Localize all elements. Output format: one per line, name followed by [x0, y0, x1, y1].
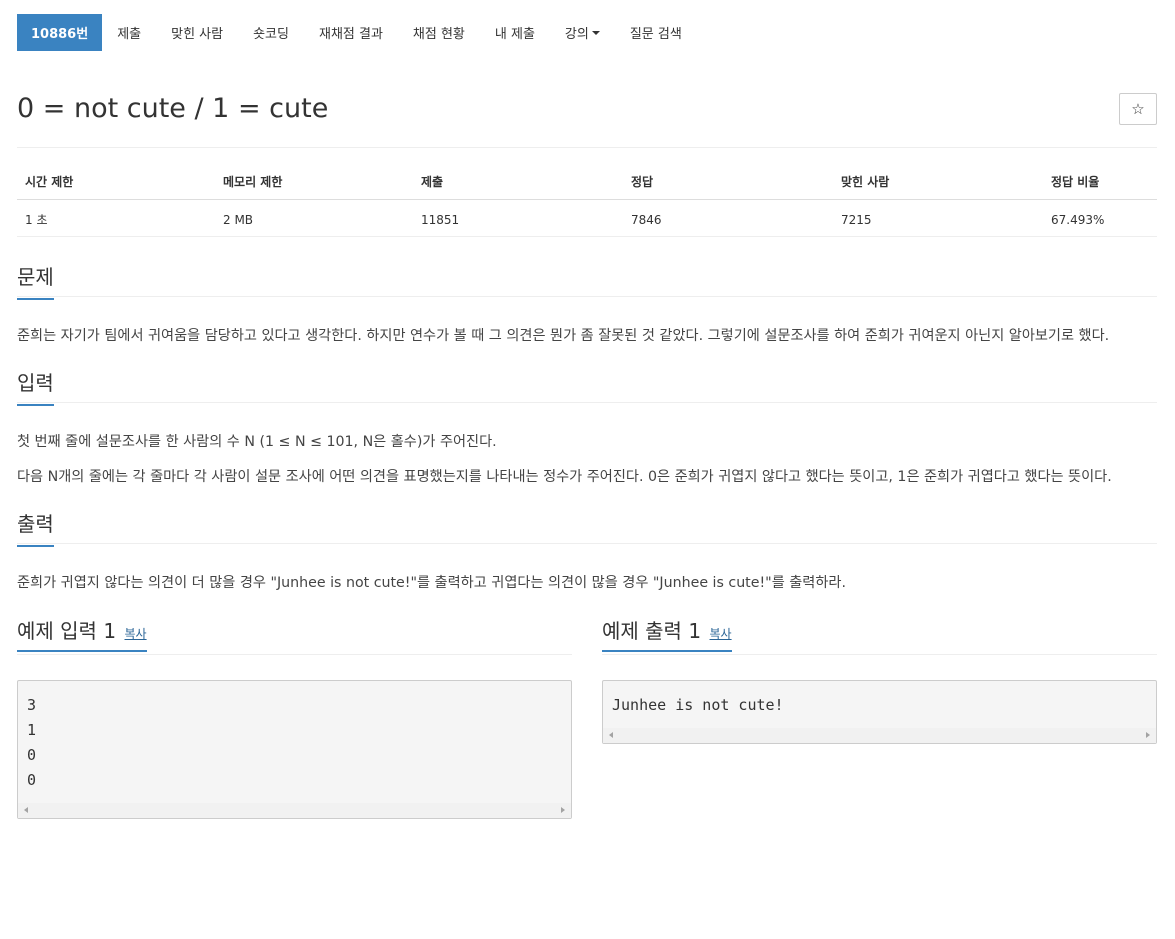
problem-section-head: 문제	[17, 259, 1157, 300]
info-header-submissions: 제출	[413, 173, 623, 200]
scroll-left-icon[interactable]	[609, 732, 613, 738]
sample-input-title: 예제 입력 1	[17, 619, 117, 643]
problem-description: 준희는 자기가 팀에서 귀여움을 담당하고 있다고 생각한다. 하지만 연수가 …	[17, 328, 1110, 344]
nav-tab-short-coding[interactable]: 숏코딩	[238, 14, 304, 51]
sample-output-panel: 예제 출력 1 복사 Junhee is not cute!	[602, 615, 1157, 744]
title-row: 0 = not cute / 1 = cute ☆	[17, 51, 1157, 148]
input-section-head: 입력	[17, 365, 1157, 406]
sample-input-heading: 예제 입력 1 복사	[17, 615, 147, 652]
nav-tab-lectures-label: 강의	[564, 27, 589, 42]
sample-output-head: 예제 출력 1 복사	[602, 615, 1157, 655]
info-value-row: 1 초 2 MB 11851 7846 7215 67.493%	[17, 199, 1157, 237]
star-button[interactable]: ☆	[1119, 93, 1157, 125]
output-section-title: 출력	[17, 508, 54, 547]
copy-output-link[interactable]: 복사	[710, 627, 732, 641]
sample-input-text: 3 1 0 0	[27, 696, 37, 789]
nav-tab-lectures[interactable]: 강의	[550, 14, 615, 51]
info-header-time-limit: 시간 제한	[17, 173, 215, 200]
info-accept-ratio: 67.493%	[1043, 199, 1157, 237]
info-time-limit: 1 초	[17, 199, 215, 237]
page-title: 0 = not cute / 1 = cute	[17, 93, 329, 124]
scroll-right-icon[interactable]	[561, 807, 565, 813]
problem-info-table: 시간 제한 메모리 제한 제출 정답 맞힌 사람 정답 비율 1 초 2 MB …	[17, 173, 1157, 237]
scroll-left-icon[interactable]	[24, 807, 28, 813]
sample-input-box: 3 1 0 0	[17, 680, 572, 819]
horizontal-scrollbar[interactable]	[18, 803, 571, 818]
caret-down-icon	[591, 30, 600, 35]
horizontal-scrollbar[interactable]	[603, 728, 1156, 743]
info-submissions: 11851	[413, 199, 623, 237]
info-header-memory-limit: 메모리 제한	[215, 173, 413, 200]
samples-area: 예제 입력 1 복사 3 1 0 0 예제 출력 1 복사 Junhee is …	[17, 615, 1157, 819]
nav-tab-my-submissions[interactable]: 내 제출	[480, 14, 550, 51]
info-header-accept-ratio: 정답 비율	[1043, 173, 1157, 200]
problem-section-title: 문제	[17, 261, 54, 300]
scroll-right-icon[interactable]	[1146, 732, 1150, 738]
sample-output-box: Junhee is not cute!	[602, 680, 1157, 744]
copy-input-link[interactable]: 복사	[125, 627, 147, 641]
sample-output-title: 예제 출력 1	[602, 619, 702, 643]
nav-tab-solved-users[interactable]: 맞힌 사람	[156, 14, 238, 51]
nav-tab-submit[interactable]: 제출	[102, 14, 156, 51]
info-memory-limit: 2 MB	[215, 199, 413, 237]
problem-nav: 10886번 제출 맞힌 사람 숏코딩 재채점 결과 채점 현황 내 제출 강의…	[17, 14, 1157, 51]
info-accepted: 7846	[623, 199, 833, 237]
sample-input-head: 예제 입력 1 복사	[17, 615, 572, 655]
input-section-title: 입력	[17, 367, 54, 406]
output-description: 준희가 귀엽지 않다는 의견이 더 많을 경우 "Junhee is not c…	[17, 575, 846, 591]
nav-tab-question-search[interactable]: 질문 검색	[615, 14, 697, 51]
sample-output-text: Junhee is not cute!	[612, 696, 784, 714]
info-header-solved-users: 맞힌 사람	[833, 173, 1043, 200]
info-header-row: 시간 제한 메모리 제한 제출 정답 맞힌 사람 정답 비율	[17, 173, 1157, 200]
nav-tab-problem[interactable]: 10886번	[17, 14, 103, 51]
sample-input-panel: 예제 입력 1 복사 3 1 0 0	[17, 615, 572, 819]
input-description-2: 다음 N개의 줄에는 각 줄마다 각 사람이 설문 조사에 어떤 의견을 표명했…	[17, 469, 1112, 485]
nav-tab-rejudge-result[interactable]: 재채점 결과	[304, 14, 398, 51]
problem-page: 10886번 제출 맞힌 사람 숏코딩 재채점 결과 채점 현황 내 제출 강의…	[17, 14, 1157, 819]
info-header-accepted: 정답	[623, 173, 833, 200]
nav-tab-judge-status[interactable]: 채점 현황	[398, 14, 480, 51]
info-solved-users: 7215	[833, 199, 1043, 237]
input-description-1: 첫 번째 줄에 설문조사를 한 사람의 수 N (1 ≤ N ≤ 101, N은…	[17, 434, 497, 450]
sample-output-heading: 예제 출력 1 복사	[602, 615, 732, 652]
output-section-head: 출력	[17, 506, 1157, 547]
star-icon: ☆	[1131, 100, 1145, 118]
